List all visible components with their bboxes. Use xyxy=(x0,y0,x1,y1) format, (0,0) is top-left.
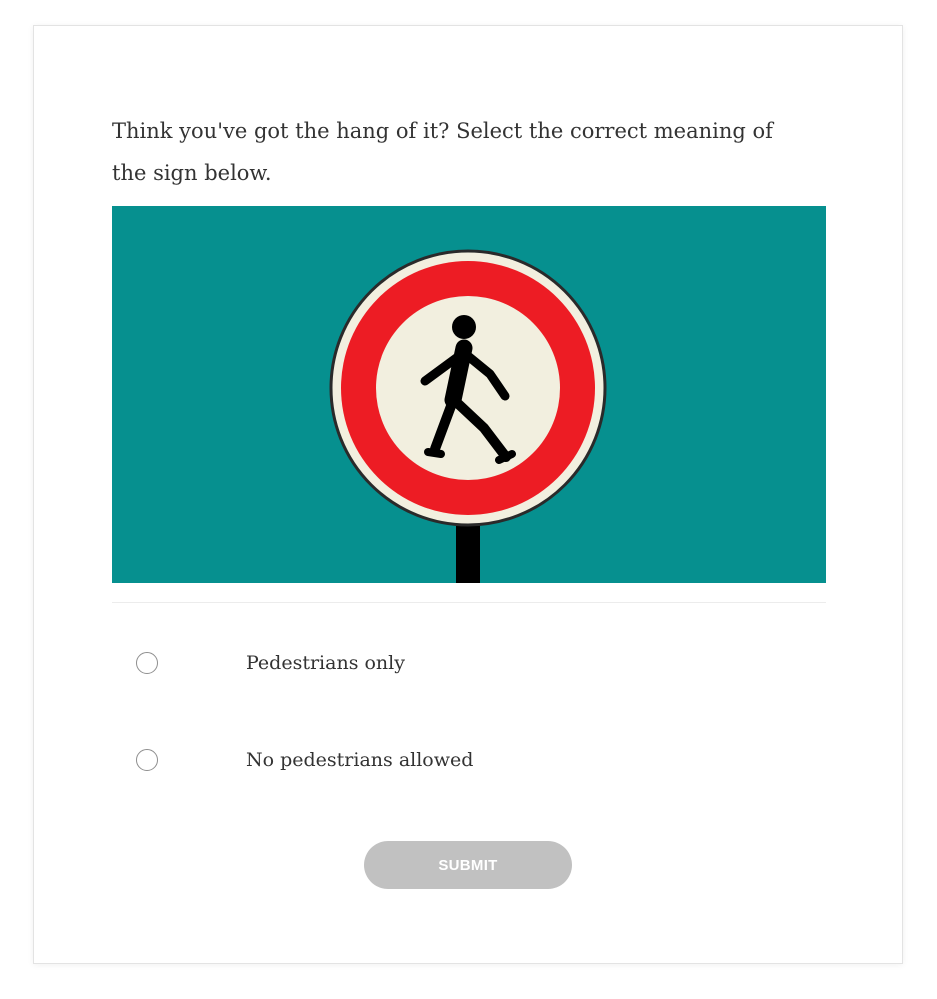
radio-button[interactable] xyxy=(136,749,158,771)
answer-option-label: Pedestrians only xyxy=(246,652,405,674)
sign-image xyxy=(112,206,826,583)
quiz-card: Think you've got the hang of it? Select … xyxy=(33,25,903,964)
sign-post xyxy=(456,518,480,583)
answer-option-pedestrians-only[interactable]: Pedestrians only xyxy=(112,632,826,696)
submit-button[interactable]: SUBMIT xyxy=(364,841,572,889)
answer-option-no-pedestrians-allowed[interactable]: No pedestrians allowed xyxy=(112,729,826,793)
divider xyxy=(112,602,826,603)
answer-option-label: No pedestrians allowed xyxy=(246,749,474,771)
radio-button[interactable] xyxy=(136,652,158,674)
question-text: Think you've got the hang of it? Select … xyxy=(112,119,773,185)
